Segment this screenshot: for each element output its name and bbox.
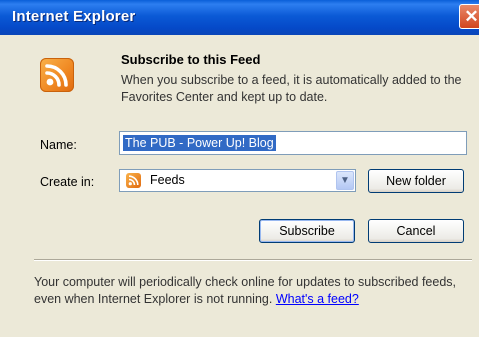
subscribe-button[interactable]: Subscribe	[259, 219, 355, 243]
dialog-heading: Subscribe to this Feed	[121, 52, 261, 67]
close-button[interactable]: ✕	[459, 4, 479, 29]
dialog-description: When you subscribe to a feed, it is auto…	[121, 73, 462, 104]
close-icon: ✕	[464, 7, 479, 26]
footer-text: Your computer will periodically check on…	[34, 275, 456, 306]
create-in-dropdown[interactable]: Feeds ▼	[119, 169, 356, 192]
footer-note: Your computer will periodically check on…	[34, 274, 474, 308]
dropdown-arrow[interactable]: ▼	[336, 171, 354, 190]
name-label: Name:	[40, 138, 77, 152]
rss-feed-icon	[40, 58, 74, 92]
create-in-value: Feeds	[150, 173, 185, 187]
name-field[interactable]: The PUB - Power Up! Blog	[119, 131, 467, 155]
divider	[34, 259, 472, 261]
create-in-label: Create in:	[40, 175, 95, 189]
window-title: Internet Explorer	[12, 8, 136, 25]
rss-folder-icon	[126, 173, 141, 188]
new-folder-button[interactable]: New folder	[368, 169, 464, 193]
chevron-down-icon: ▼	[340, 175, 350, 186]
cancel-button[interactable]: Cancel	[368, 219, 464, 243]
title-bar[interactable]: Internet Explorer ✕	[0, 0, 479, 35]
whats-a-feed-link[interactable]: What's a feed?	[276, 292, 359, 306]
subscribe-dialog: Internet Explorer ✕ Subscribe to this Fe…	[0, 0, 479, 337]
name-field-value: The PUB - Power Up! Blog	[123, 135, 276, 151]
